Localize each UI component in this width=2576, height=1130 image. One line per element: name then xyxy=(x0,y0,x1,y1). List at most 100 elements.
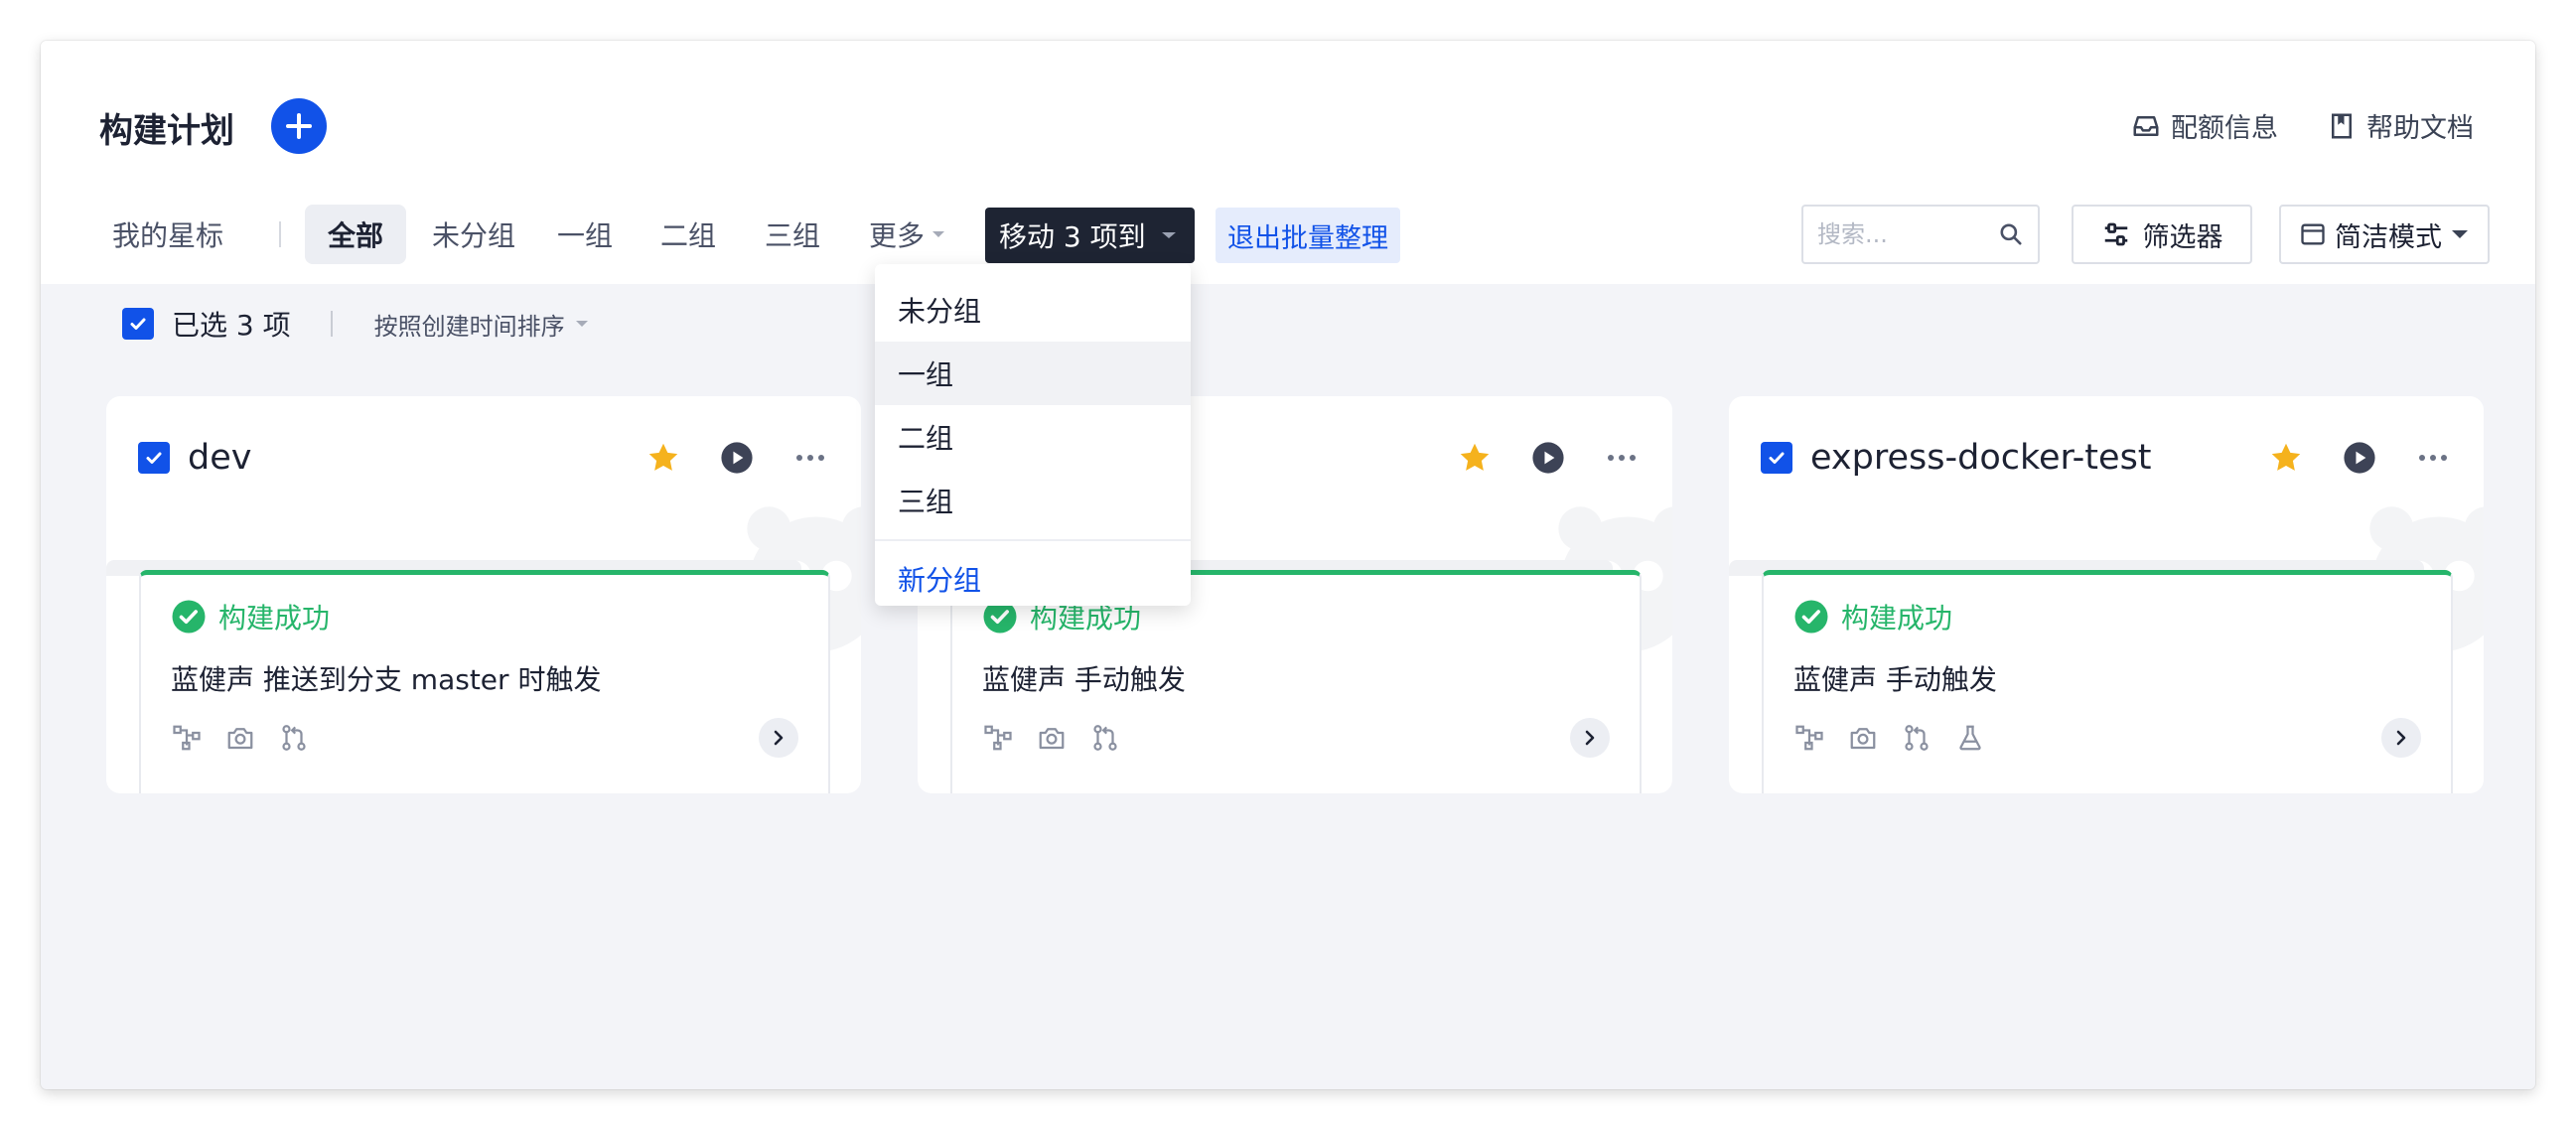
build-trigger-text: 蓝健声 推送到分支 master 时触发 xyxy=(171,663,602,696)
page-title: 构建计划 xyxy=(99,111,234,151)
tab-divider xyxy=(279,221,281,247)
add-plan-button[interactable] xyxy=(271,98,327,154)
tab-group-1[interactable]: 一组 xyxy=(544,205,626,264)
build-trigger-text: 蓝健声 手动触发 xyxy=(982,663,1186,696)
build-status: 构建成功 xyxy=(1793,597,1952,636)
card-header: dev xyxy=(138,438,251,478)
caret-down-icon xyxy=(2452,230,2468,238)
filter-label: 筛选器 xyxy=(2142,221,2223,253)
card-actions xyxy=(2267,439,2452,477)
chevron-right-icon xyxy=(2396,730,2406,746)
open-build-button[interactable] xyxy=(2381,718,2421,758)
camera-icon[interactable] xyxy=(1847,722,1879,754)
card-checkbox[interactable] xyxy=(1761,442,1792,474)
quota-info-label: 配额信息 xyxy=(2171,113,2278,144)
select-all-checkbox[interactable] xyxy=(122,308,154,340)
pull-request-icon[interactable] xyxy=(1901,722,1932,754)
compact-view-icon xyxy=(2301,223,2325,245)
build-record[interactable]: 构建成功 蓝健声 手动触发 xyxy=(1762,570,2453,793)
move-items-button[interactable]: 移动 3 项到 xyxy=(985,208,1195,263)
pull-request-icon[interactable] xyxy=(278,722,310,754)
quota-info-link[interactable]: 配额信息 xyxy=(2131,106,2278,145)
sort-dropdown[interactable]: 按照创建时间排序 xyxy=(374,307,589,342)
app-window: 构建计划 配额信息 帮助文档 我的星标 全部 未分组 一组 二组 三组 更多 移… xyxy=(41,41,2535,1089)
camera-icon[interactable] xyxy=(224,722,256,754)
menu-item-ungrouped[interactable]: 未分组 xyxy=(875,278,1191,342)
check-icon xyxy=(130,318,146,330)
plan-card[interactable]: express-docker-test 构建成功 蓝健声 手动触发 xyxy=(1729,396,2484,793)
inbox-icon xyxy=(2133,115,2159,136)
selected-count-text: 已选 3 项 xyxy=(172,309,291,342)
star-icon[interactable] xyxy=(1456,439,1494,477)
move-items-label: 移动 3 项到 xyxy=(999,220,1146,253)
menu-item-group-3[interactable]: 三组 xyxy=(875,469,1191,532)
more-options-icon[interactable] xyxy=(1603,439,1641,477)
play-icon[interactable] xyxy=(718,439,756,477)
build-icons xyxy=(171,722,310,754)
divider xyxy=(330,311,333,337)
move-to-dropdown-menu: 未分组 一组 二组 三组 新分组 xyxy=(875,264,1191,606)
pipeline-icon[interactable] xyxy=(1793,722,1825,754)
card-actions xyxy=(1456,439,1641,477)
open-build-button[interactable] xyxy=(1570,718,1610,758)
check-icon xyxy=(146,452,162,464)
menu-divider xyxy=(875,539,1191,541)
bookmark-book-icon xyxy=(2332,113,2352,138)
chevron-right-icon xyxy=(1585,730,1595,746)
search-input[interactable] xyxy=(1817,220,1986,248)
check-icon xyxy=(1769,452,1785,464)
tab-group-2[interactable]: 二组 xyxy=(647,205,729,264)
build-icons xyxy=(982,722,1121,754)
success-check-icon xyxy=(172,600,206,634)
plus-icon xyxy=(286,113,312,139)
star-icon[interactable] xyxy=(2267,439,2305,477)
build-record[interactable]: 构建成功 蓝健声 推送到分支 master 时触发 xyxy=(139,570,830,793)
caret-down-icon xyxy=(932,231,944,237)
star-icon[interactable] xyxy=(644,439,682,477)
tab-starred[interactable]: 我的星标 xyxy=(102,205,233,264)
build-icons xyxy=(1793,722,1986,754)
more-options-icon[interactable] xyxy=(791,439,829,477)
tab-more-label: 更多 xyxy=(868,219,925,252)
pull-request-icon[interactable] xyxy=(1089,722,1121,754)
sliders-icon xyxy=(2104,222,2127,246)
menu-item-group-1[interactable]: 一组 xyxy=(875,342,1191,405)
plan-card[interactable]: dev 构建成功 蓝健声 推送到分支 master 时触发 xyxy=(106,396,861,793)
tab-ungrouped[interactable]: 未分组 xyxy=(419,205,528,264)
search-box[interactable] xyxy=(1801,205,2040,264)
help-docs-label: 帮助文档 xyxy=(2366,113,2474,144)
card-name[interactable]: express-docker-test xyxy=(1810,438,2152,478)
menu-item-group-2[interactable]: 二组 xyxy=(875,405,1191,469)
play-icon[interactable] xyxy=(1529,439,1567,477)
build-status: 构建成功 xyxy=(171,597,330,636)
caret-down-icon xyxy=(1161,232,1176,238)
camera-icon[interactable] xyxy=(1036,722,1068,754)
build-trigger-text: 蓝健声 手动触发 xyxy=(1793,663,1997,696)
card-checkbox[interactable] xyxy=(138,442,170,474)
card-actions xyxy=(644,439,829,477)
tab-group-3[interactable]: 三组 xyxy=(752,205,833,264)
exit-batch-button[interactable]: 退出批量整理 xyxy=(1216,208,1400,263)
chevron-right-icon xyxy=(774,730,784,746)
filter-button[interactable]: 筛选器 xyxy=(2072,205,2252,264)
help-docs-link[interactable]: 帮助文档 xyxy=(2327,106,2474,145)
menu-item-new-group[interactable]: 新分组 xyxy=(875,547,1191,611)
tab-all[interactable]: 全部 xyxy=(305,205,406,264)
search-icon[interactable] xyxy=(1998,221,2024,247)
pipeline-icon[interactable] xyxy=(171,722,203,754)
flask-icon[interactable] xyxy=(1954,722,1986,754)
more-options-icon[interactable] xyxy=(2414,439,2452,477)
sort-label: 按照创建时间排序 xyxy=(373,312,565,341)
view-mode-label: 简洁模式 xyxy=(2335,221,2442,253)
play-icon[interactable] xyxy=(2341,439,2378,477)
success-check-icon xyxy=(1794,600,1828,634)
view-mode-dropdown[interactable]: 简洁模式 xyxy=(2279,205,2490,264)
open-build-button[interactable] xyxy=(759,718,798,758)
build-status-label: 构建成功 xyxy=(218,602,331,635)
card-header: express-docker-test xyxy=(1761,438,2152,478)
tab-more[interactable]: 更多 xyxy=(860,205,955,264)
selection-bar: 已选 3 项 按照创建时间排序 xyxy=(122,304,589,344)
caret-down-icon xyxy=(575,320,588,327)
card-name[interactable]: dev xyxy=(188,438,251,478)
pipeline-icon[interactable] xyxy=(982,722,1014,754)
